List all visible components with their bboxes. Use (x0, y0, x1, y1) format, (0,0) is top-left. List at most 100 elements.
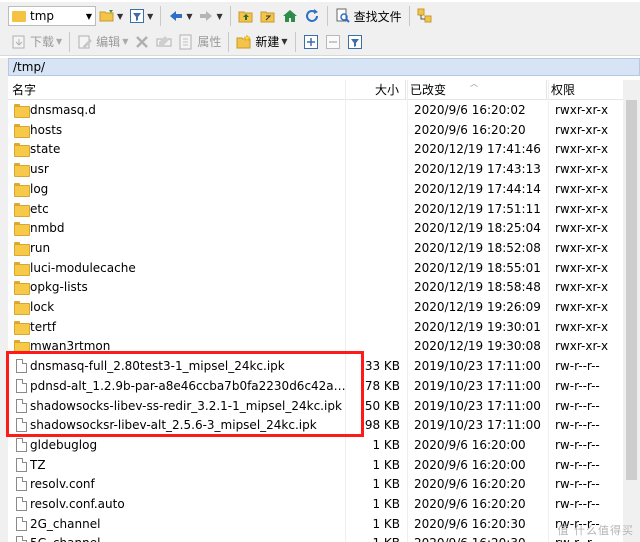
path-combo[interactable]: tmp ▼ (8, 6, 96, 26)
file-row[interactable]: resolv.conf.auto 1 KB 2020/9/6 16:20:20 rw-… (8, 495, 640, 515)
new-button[interactable]: 新建 ▼ (233, 31, 290, 53)
column-modified[interactable]: ︿ 已改变 (406, 80, 547, 100)
file-icon (16, 418, 27, 433)
file-name: dnsmasq-full_2.80test3-1_mipsel_24kc.ipk (30, 359, 285, 374)
folder-icon (14, 123, 30, 138)
file-icon (16, 359, 27, 374)
file-modified: 2020/9/6 16:20:20 (414, 477, 526, 492)
file-modified: 2020/9/6 16:20:30 (414, 516, 526, 531)
file-name: 2G_channel (30, 516, 101, 531)
file-size: 1 KB (372, 516, 400, 531)
file-size: 1 KB (344, 534, 400, 542)
file-row[interactable]: shadowsocksr-libev-alt_2.5.6-3_mipsel_24… (8, 416, 640, 436)
file-modified: 2019/10/23 17:11:00 (414, 398, 541, 413)
file-row[interactable]: gldebuglog 1 KB 2020/9/6 16:20:00 rw-r--r-- (8, 436, 640, 456)
file-row[interactable]: log 2020/12/19 17:44:14 rwxr-xr-x (8, 180, 640, 200)
file-name: pdnsd-alt_1.2.9b-par-a8e46ccba7b0fa2230d… (30, 378, 346, 393)
file-row[interactable]: run 2020/12/19 18:52:08 rwxr-xr-x (8, 239, 640, 259)
file-row[interactable]: usr 2020/12/19 17:43:13 rwxr-xr-x (8, 160, 640, 180)
file-row[interactable]: nmbd 2020/12/19 18:25:04 rwxr-xr-x (8, 219, 640, 239)
parent-folder-button[interactable] (235, 5, 257, 27)
file-size: 1 KB (372, 437, 400, 452)
home-button[interactable] (279, 5, 301, 27)
download-label: 下载 (30, 35, 55, 49)
column-modified-label: 已改变 (410, 83, 447, 97)
folder-icon (14, 241, 30, 256)
file-row[interactable]: hosts 2020/9/6 16:20:20 rwxr-xr-x (8, 121, 640, 141)
expand-button[interactable] (300, 31, 322, 53)
file-row[interactable]: dnsmasq-full_2.80test3-1_mipsel_24kc.ipk… (8, 357, 640, 377)
sort-up-icon: ︿ (470, 80, 478, 88)
file-name: resolv.conf (30, 477, 95, 492)
chevron-down-icon[interactable]: ▼ (83, 12, 95, 21)
file-row[interactable]: etc 2020/12/19 17:51:11 rwxr-xr-x (8, 200, 640, 220)
bookmark-button[interactable] (414, 5, 436, 27)
file-name: state (30, 142, 61, 157)
properties-label: 属性 (197, 35, 222, 49)
file-name: opkg-lists (30, 280, 88, 295)
properties-button[interactable]: 属性 (175, 31, 224, 53)
file-modified: 2020/12/19 18:25:04 (414, 221, 541, 236)
root-folder-button[interactable] (257, 5, 279, 27)
file-name: 5G_channel (30, 534, 346, 542)
forward-button[interactable]: ▼ (195, 5, 225, 27)
select-filter-button[interactable] (344, 31, 366, 53)
file-row[interactable]: luci-modulecache 2020/12/19 18:55:01 rwxr-… (8, 259, 640, 279)
file-row[interactable]: opkg-lists 2020/12/19 18:58:48 rwxr-xr-x (8, 278, 640, 298)
file-name: shadowsocksr-libev-alt_2.5.6-3_mipsel_24… (30, 418, 317, 433)
scrollbar-thumb[interactable] (626, 100, 637, 480)
minus-box-icon (325, 34, 340, 49)
file-name: dnsmasq.d (30, 103, 96, 117)
file-row[interactable]: TZ 1 KB 2020/9/6 16:20:00 rw-r--r-- (8, 456, 640, 476)
column-header: 名字 大小 ︿ 已改变 权限 (8, 80, 640, 100)
file-name: luci-modulecache (30, 260, 136, 275)
new-item-icon (236, 33, 251, 48)
folder-icon (14, 320, 30, 335)
file-row[interactable]: 5G_channel1 KB2020/9/6 16:20:30rw-r--r-- (8, 534, 640, 542)
file-modified: 2020/9/6 16:20:30 (414, 534, 554, 542)
file-row[interactable]: 2G_channel 1 KB 2020/9/6 16:20:30 rw-r--r-- (8, 515, 640, 535)
rename-button[interactable] (153, 31, 175, 53)
file-row[interactable]: mwan3rtmon 2020/12/19 19:30:08 rwxr-xr-x (8, 337, 640, 357)
collapse-button[interactable] (322, 31, 344, 53)
file-icon (16, 457, 27, 472)
download-button[interactable]: 下载 ▼ (8, 31, 65, 53)
find-files-label: 查找文件 (353, 9, 402, 24)
address-bar[interactable]: /tmp/ (8, 58, 640, 76)
file-icon (16, 437, 27, 452)
file-row[interactable]: dnsmasq.d 2020/9/6 16:20:02 rwxr-xr-x (8, 101, 640, 121)
column-size[interactable]: 大小 (346, 80, 406, 100)
find-files-button[interactable]: 查找文件 (332, 5, 405, 27)
open-folder-button[interactable]: ▼ (96, 5, 126, 27)
file-size: 33 KB (364, 359, 400, 374)
back-arrow-icon (170, 11, 183, 21)
file-modified: 2020/12/19 19:30:01 (414, 319, 541, 334)
file-row[interactable]: resolv.conf 1 KB 2020/9/6 16:20:20 rw-r--r-… (8, 475, 640, 495)
file-row[interactable]: tertf 2020/12/19 19:30:01 rwxr-xr-x (8, 318, 640, 338)
file-row[interactable]: lock 2020/12/19 19:26:09 rwxr-xr-x (8, 298, 640, 318)
parent-folder-icon (238, 11, 253, 23)
refresh-button[interactable] (301, 5, 323, 27)
rename-icon (156, 35, 172, 46)
filter-box-icon (347, 34, 362, 49)
watermark: 值 什么值得买 (557, 524, 634, 537)
filter-button[interactable]: ▼ (126, 5, 156, 27)
folder-icon (14, 202, 30, 217)
edit-label: 编辑 (96, 35, 121, 49)
plus-box-icon (303, 34, 318, 49)
file-icon (16, 516, 27, 531)
file-row[interactable]: pdnsd-alt_1.2.9b-par-a8e46ccba7b0fa2230d… (8, 377, 640, 397)
properties-icon (179, 34, 192, 49)
file-row[interactable]: state 2020/12/19 17:41:46 rwxr-xr-x (8, 140, 640, 160)
column-divider (548, 80, 549, 542)
edit-button[interactable]: 编辑 ▼ (74, 31, 131, 53)
folder-icon (14, 143, 30, 158)
file-list[interactable]: 名字 大小 ︿ 已改变 权限 dnsmasq.d 2020/9/6 16:20:02… (8, 80, 640, 542)
main-toolbar: tmp ▼ ▼ ▼ ▼ ▼ 查找文件 (0, 2, 640, 30)
back-button[interactable]: ▼ (165, 5, 195, 27)
vertical-scrollbar[interactable] (623, 80, 640, 542)
file-name: run (30, 240, 51, 255)
column-name[interactable]: 名字 (8, 80, 346, 100)
file-row[interactable]: shadowsocks-libev-ss-redir_3.2.1-1_mipse… (8, 397, 640, 417)
delete-button[interactable] (131, 31, 153, 53)
